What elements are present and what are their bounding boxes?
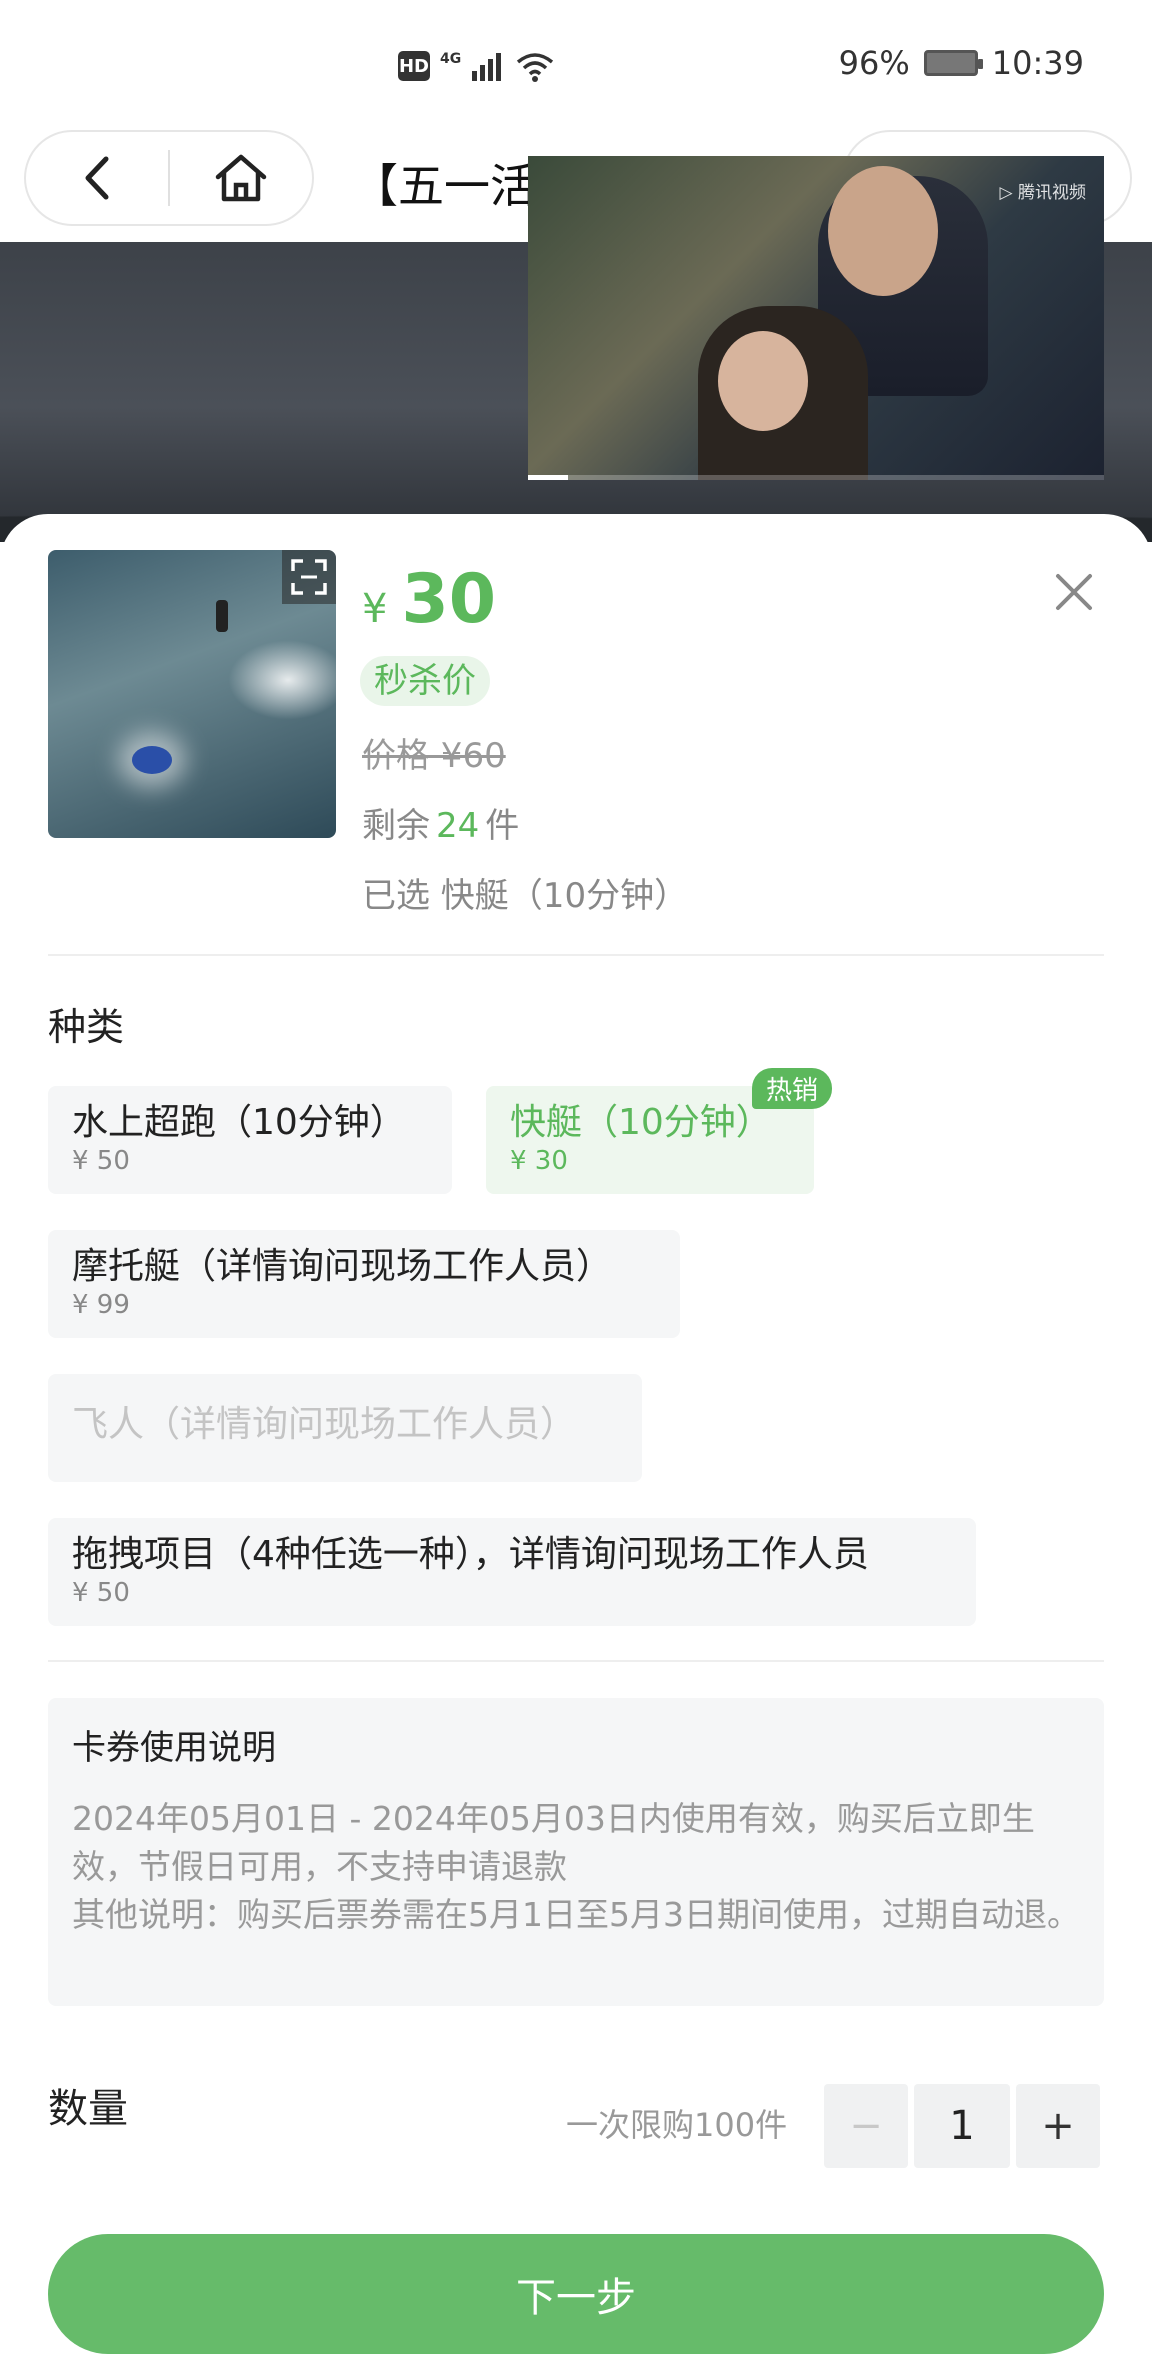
stock-info: 剩余 24 件 <box>362 798 519 847</box>
purchase-limit: 一次限购100件 <box>566 2106 788 2144</box>
selected-summary: 已选 快艇（10分钟） <box>362 876 689 916</box>
flash-sale-tag: 秒杀价 <box>360 656 490 706</box>
category-title: 种类 <box>48 1005 125 1049</box>
home-icon <box>215 154 267 202</box>
option-label: 拖拽项目（4种任选一种），详情询问现场工作人员 <box>72 1534 869 1575</box>
option-label: 摩托艇（详情询问现场工作人员） <box>72 1246 613 1287</box>
video-figure-head <box>828 166 938 296</box>
price: ¥ 30 <box>362 560 496 639</box>
divider <box>48 1660 1104 1662</box>
stock-count: 24 <box>436 806 480 846</box>
next-step-button[interactable]: 下一步 <box>48 2234 1104 2354</box>
video-progress-track[interactable] <box>528 475 1104 480</box>
battery-percent: 96% <box>838 44 910 82</box>
video-progress-fill <box>528 475 569 480</box>
back-button[interactable] <box>26 132 168 224</box>
quantity-label: 数量 <box>48 2086 128 2132</box>
option-label: 飞人（详情询问现场工作人员） <box>72 1404 577 1445</box>
option-price: ¥ 50 <box>72 1578 130 1608</box>
play-logo-icon: ▷ <box>999 183 1013 203</box>
status-bar: HD 4G 96% 10:39 <box>0 0 1152 128</box>
option-towing[interactable]: 拖拽项目（4种任选一种），详情询问现场工作人员 ¥ 50 <box>48 1518 976 1626</box>
expand-image-button[interactable] <box>282 550 336 604</box>
product-thumbnail[interactable] <box>48 550 336 838</box>
page-title: 【五一活 <box>352 159 536 213</box>
stock-suffix: 件 <box>485 806 520 846</box>
quantity-stepper: − 1 + <box>824 2084 1100 2168</box>
battery-icon <box>923 50 983 76</box>
close-icon <box>1056 574 1092 610</box>
option-label: 水上超跑（10分钟） <box>72 1102 406 1143</box>
notice-validity: 2024年05月01日 - 2024年05月03日内使用有效，购买后立即生效，节… <box>72 1799 1035 1886</box>
video-watermark-text: 腾讯视频 <box>1018 183 1086 203</box>
quantity-value[interactable]: 1 <box>914 2084 1010 2168</box>
divider <box>48 954 1104 956</box>
clock: 10:39 <box>991 44 1084 82</box>
option-price: ¥ 30 <box>510 1146 568 1176</box>
home-button[interactable] <box>170 132 312 224</box>
price-value: 30 <box>401 560 497 639</box>
option-price: ¥ 99 <box>72 1290 130 1320</box>
floating-video[interactable]: ▷ 腾讯视频 <box>528 156 1104 480</box>
thumb-flyer <box>216 600 228 632</box>
option-flyboard: 飞人（详情询问现场工作人员） <box>48 1374 642 1482</box>
option-label: 快艇（10分钟） <box>510 1102 772 1143</box>
fullscreen-icon <box>291 559 327 595</box>
wifi-icon <box>517 53 554 82</box>
notice-other: 其他说明：购买后票券需在5月1日至5月3日期间使用，过期自动退。 <box>72 1895 1080 1934</box>
option-water-supercar[interactable]: 水上超跑（10分钟） ¥ 50 <box>48 1086 452 1194</box>
price-currency: ¥ <box>362 586 388 632</box>
hd-badge: HD <box>398 51 430 81</box>
increase-button[interactable]: + <box>1016 2084 1100 2168</box>
coupon-usage-notice: 卡券使用说明 2024年05月01日 - 2024年05月03日内使用有效，购买… <box>48 1698 1104 2006</box>
video-figure-face <box>718 331 808 431</box>
nav-capsule <box>24 130 314 226</box>
status-right: 96% 10:39 <box>839 44 1084 82</box>
signal-icon <box>472 53 502 81</box>
close-button[interactable] <box>1050 568 1098 616</box>
thumb-boat <box>132 746 172 774</box>
thumb-water-spray <box>228 640 336 720</box>
network-type: 4G <box>440 51 462 67</box>
option-jetski[interactable]: 摩托艇（详情询问现场工作人员） ¥ 99 <box>48 1230 680 1338</box>
notice-title: 卡券使用说明 <box>72 1728 276 1768</box>
chevron-left-icon <box>85 156 109 200</box>
option-speedboat[interactable]: 快艇（10分钟） ¥ 30 热销 <box>486 1068 832 1194</box>
original-price: 价格 ¥60 <box>362 736 506 776</box>
hot-sale-badge: 热销 <box>751 1068 832 1109</box>
signal-cluster: HD 4G <box>398 46 555 86</box>
decrease-button[interactable]: − <box>824 2084 908 2168</box>
stock-prefix: 剩余 <box>362 806 430 846</box>
option-price: ¥ 50 <box>72 1146 130 1176</box>
video-watermark: ▷ 腾讯视频 <box>1000 178 1086 203</box>
sku-sheet: ¥ 30 秒杀价 价格 ¥60 剩余 24 件 已选 快艇（10分钟） 种类 水上超… <box>0 514 1152 2376</box>
